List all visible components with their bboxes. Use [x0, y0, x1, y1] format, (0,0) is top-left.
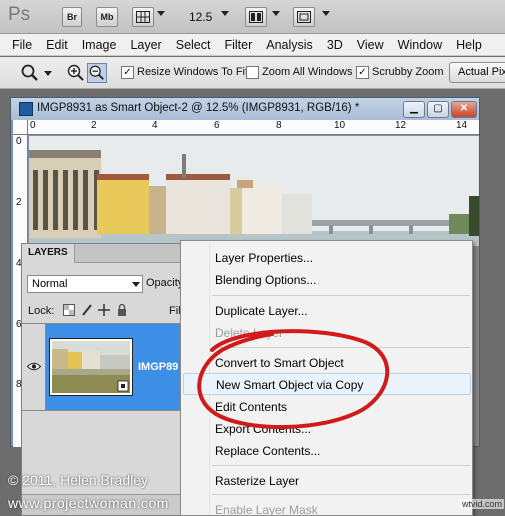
scrubby-zoom-label: Scrubby Zoom	[372, 66, 444, 78]
menu-item-layer-properties[interactable]: Layer Properties...	[183, 247, 471, 269]
zoom-all-windows-checkbox[interactable]	[246, 66, 259, 79]
menu-item-enable-layer-mask[interactable]: Enable Layer Mask	[183, 499, 471, 516]
ruler-h-label: 4	[152, 120, 158, 131]
blend-mode-select[interactable]: Normal	[27, 275, 143, 293]
menu-item-export-contents[interactable]: Export Contents...	[183, 418, 471, 440]
lock-label: Lock:	[28, 305, 55, 317]
arrange-documents-button[interactable]	[245, 7, 267, 27]
lock-image-pixels-icon[interactable]	[81, 304, 93, 316]
menu-item-new-smart-object-via-copy[interactable]: New Smart Object via Copy	[183, 373, 471, 395]
zoom-out-icon[interactable]	[87, 63, 107, 83]
resize-windows-checkbox[interactable]: ✓	[121, 66, 134, 79]
horizontal-ruler[interactable]: 0 2 4 6 8 10 12 14	[28, 120, 479, 135]
menu-edit[interactable]: Edit	[39, 38, 75, 52]
site-watermark: www.projectwoman.com	[8, 495, 169, 511]
menu-layer[interactable]: Layer	[123, 38, 168, 52]
menu-item-blending-options[interactable]: Blending Options...	[183, 269, 471, 291]
layer-thumbnail[interactable]	[49, 338, 133, 396]
document-canvas[interactable]	[29, 136, 479, 246]
menu-item-convert-to-smart-object[interactable]: Convert to Smart Object	[183, 352, 471, 374]
zoom-level-caret-icon[interactable]	[221, 11, 229, 16]
menu-separator	[212, 494, 470, 495]
arrange-caret-icon[interactable]	[272, 11, 280, 16]
menu-3d[interactable]: 3D	[320, 38, 350, 52]
resize-windows-label: Resize Windows To Fit	[137, 66, 249, 78]
scrubby-zoom-checkbox[interactable]: ✓	[356, 66, 369, 79]
lock-transparent-pixels-icon[interactable]	[63, 304, 75, 316]
layer-thumbnail-image	[52, 341, 130, 393]
screen-mode-button[interactable]	[293, 7, 315, 27]
maximize-button[interactable]: ▢	[427, 101, 449, 118]
layer-context-menu: Layer Properties... Blending Options... …	[180, 240, 473, 516]
wtvid-tag: wtvid.com	[460, 499, 505, 509]
tool-preset-caret-icon[interactable]	[44, 71, 52, 76]
ruler-origin[interactable]	[13, 120, 28, 135]
eye-icon	[27, 362, 41, 371]
menu-item-delete-layer[interactable]: Delete Layer	[183, 322, 471, 344]
menu-item-rasterize-layer[interactable]: Rasterize Layer	[183, 470, 471, 492]
menu-item-replace-contents[interactable]: Replace Contents...	[183, 440, 471, 462]
city-photo	[29, 136, 479, 246]
menu-image[interactable]: Image	[75, 38, 124, 52]
menu-file[interactable]: File	[0, 38, 39, 52]
actual-pixels-button[interactable]: Actual Pixe	[449, 62, 505, 83]
mini-bridge-button[interactable]: Mb	[96, 7, 118, 27]
blend-mode-value: Normal	[32, 278, 68, 290]
screen-mode-icon	[297, 11, 311, 23]
ruler-v-label: 2	[16, 197, 22, 208]
ruler-h-label: 2	[91, 120, 97, 131]
ruler-h-label: 6	[214, 120, 220, 131]
minimize-button[interactable]: ▁	[403, 101, 425, 118]
ruler-h-label: 0	[30, 120, 36, 131]
menu-select[interactable]: Select	[169, 38, 218, 52]
opacity-label: Opacity	[146, 277, 184, 289]
layer-name[interactable]: IMGP89	[138, 361, 178, 373]
menu-separator	[212, 347, 470, 348]
photoshop-logo: Ps	[8, 4, 31, 25]
screen-mode-caret-icon[interactable]	[322, 11, 330, 16]
copyright-watermark: © 2011, Helen Bradley	[8, 472, 149, 488]
menu-bar: File Edit Image Layer Select Filter Anal…	[0, 34, 505, 56]
zoom-level[interactable]: 12.5	[189, 10, 212, 24]
ruler-h-label: 10	[334, 120, 346, 131]
document-title: IMGP8931 as Smart Object-2 @ 12.5% (IMGP…	[37, 102, 360, 114]
zoom-all-windows-label: Zoom All Windows	[262, 66, 353, 78]
zoom-in-icon[interactable]	[66, 63, 86, 83]
tab-layers[interactable]: LAYERS	[22, 244, 75, 263]
menu-separator	[212, 465, 470, 466]
view-extras-icon	[136, 11, 150, 23]
menu-window[interactable]: Window	[391, 38, 449, 52]
menu-filter[interactable]: Filter	[217, 38, 259, 52]
ruler-h-label: 12	[395, 120, 407, 131]
arrange-documents-icon	[249, 11, 263, 23]
menu-analysis[interactable]: Analysis	[259, 38, 320, 52]
options-bar: ✓ Resize Windows To Fit Zoom All Windows…	[0, 57, 505, 89]
fill-label: Fil	[169, 305, 181, 317]
ruler-h-label: 14	[456, 120, 468, 131]
view-extras-caret-icon[interactable]	[157, 11, 165, 16]
ruler-h-label: 8	[276, 120, 282, 131]
blend-mode-caret-icon	[132, 282, 140, 287]
layer-visibility-toggle[interactable]	[22, 324, 46, 410]
document-icon	[19, 102, 33, 116]
bridge-button[interactable]: Br	[62, 7, 82, 27]
close-button[interactable]: ✕	[451, 101, 477, 118]
document-title-bar[interactable]: IMGP8931 as Smart Object-2 @ 12.5% (IMGP…	[11, 98, 479, 120]
menu-item-edit-contents[interactable]: Edit Contents	[183, 396, 471, 418]
menu-view[interactable]: View	[350, 38, 391, 52]
ruler-v-label: 0	[16, 136, 22, 147]
zoom-tool-icon[interactable]	[20, 63, 40, 83]
lock-all-icon[interactable]	[116, 304, 128, 316]
menu-separator	[212, 295, 470, 296]
application-bar: Ps Br Mb 12.5	[0, 0, 505, 34]
view-extras-button[interactable]	[132, 7, 154, 27]
lock-position-icon[interactable]	[98, 304, 110, 316]
menu-help[interactable]: Help	[449, 38, 489, 52]
menu-item-duplicate-layer[interactable]: Duplicate Layer...	[183, 300, 471, 322]
